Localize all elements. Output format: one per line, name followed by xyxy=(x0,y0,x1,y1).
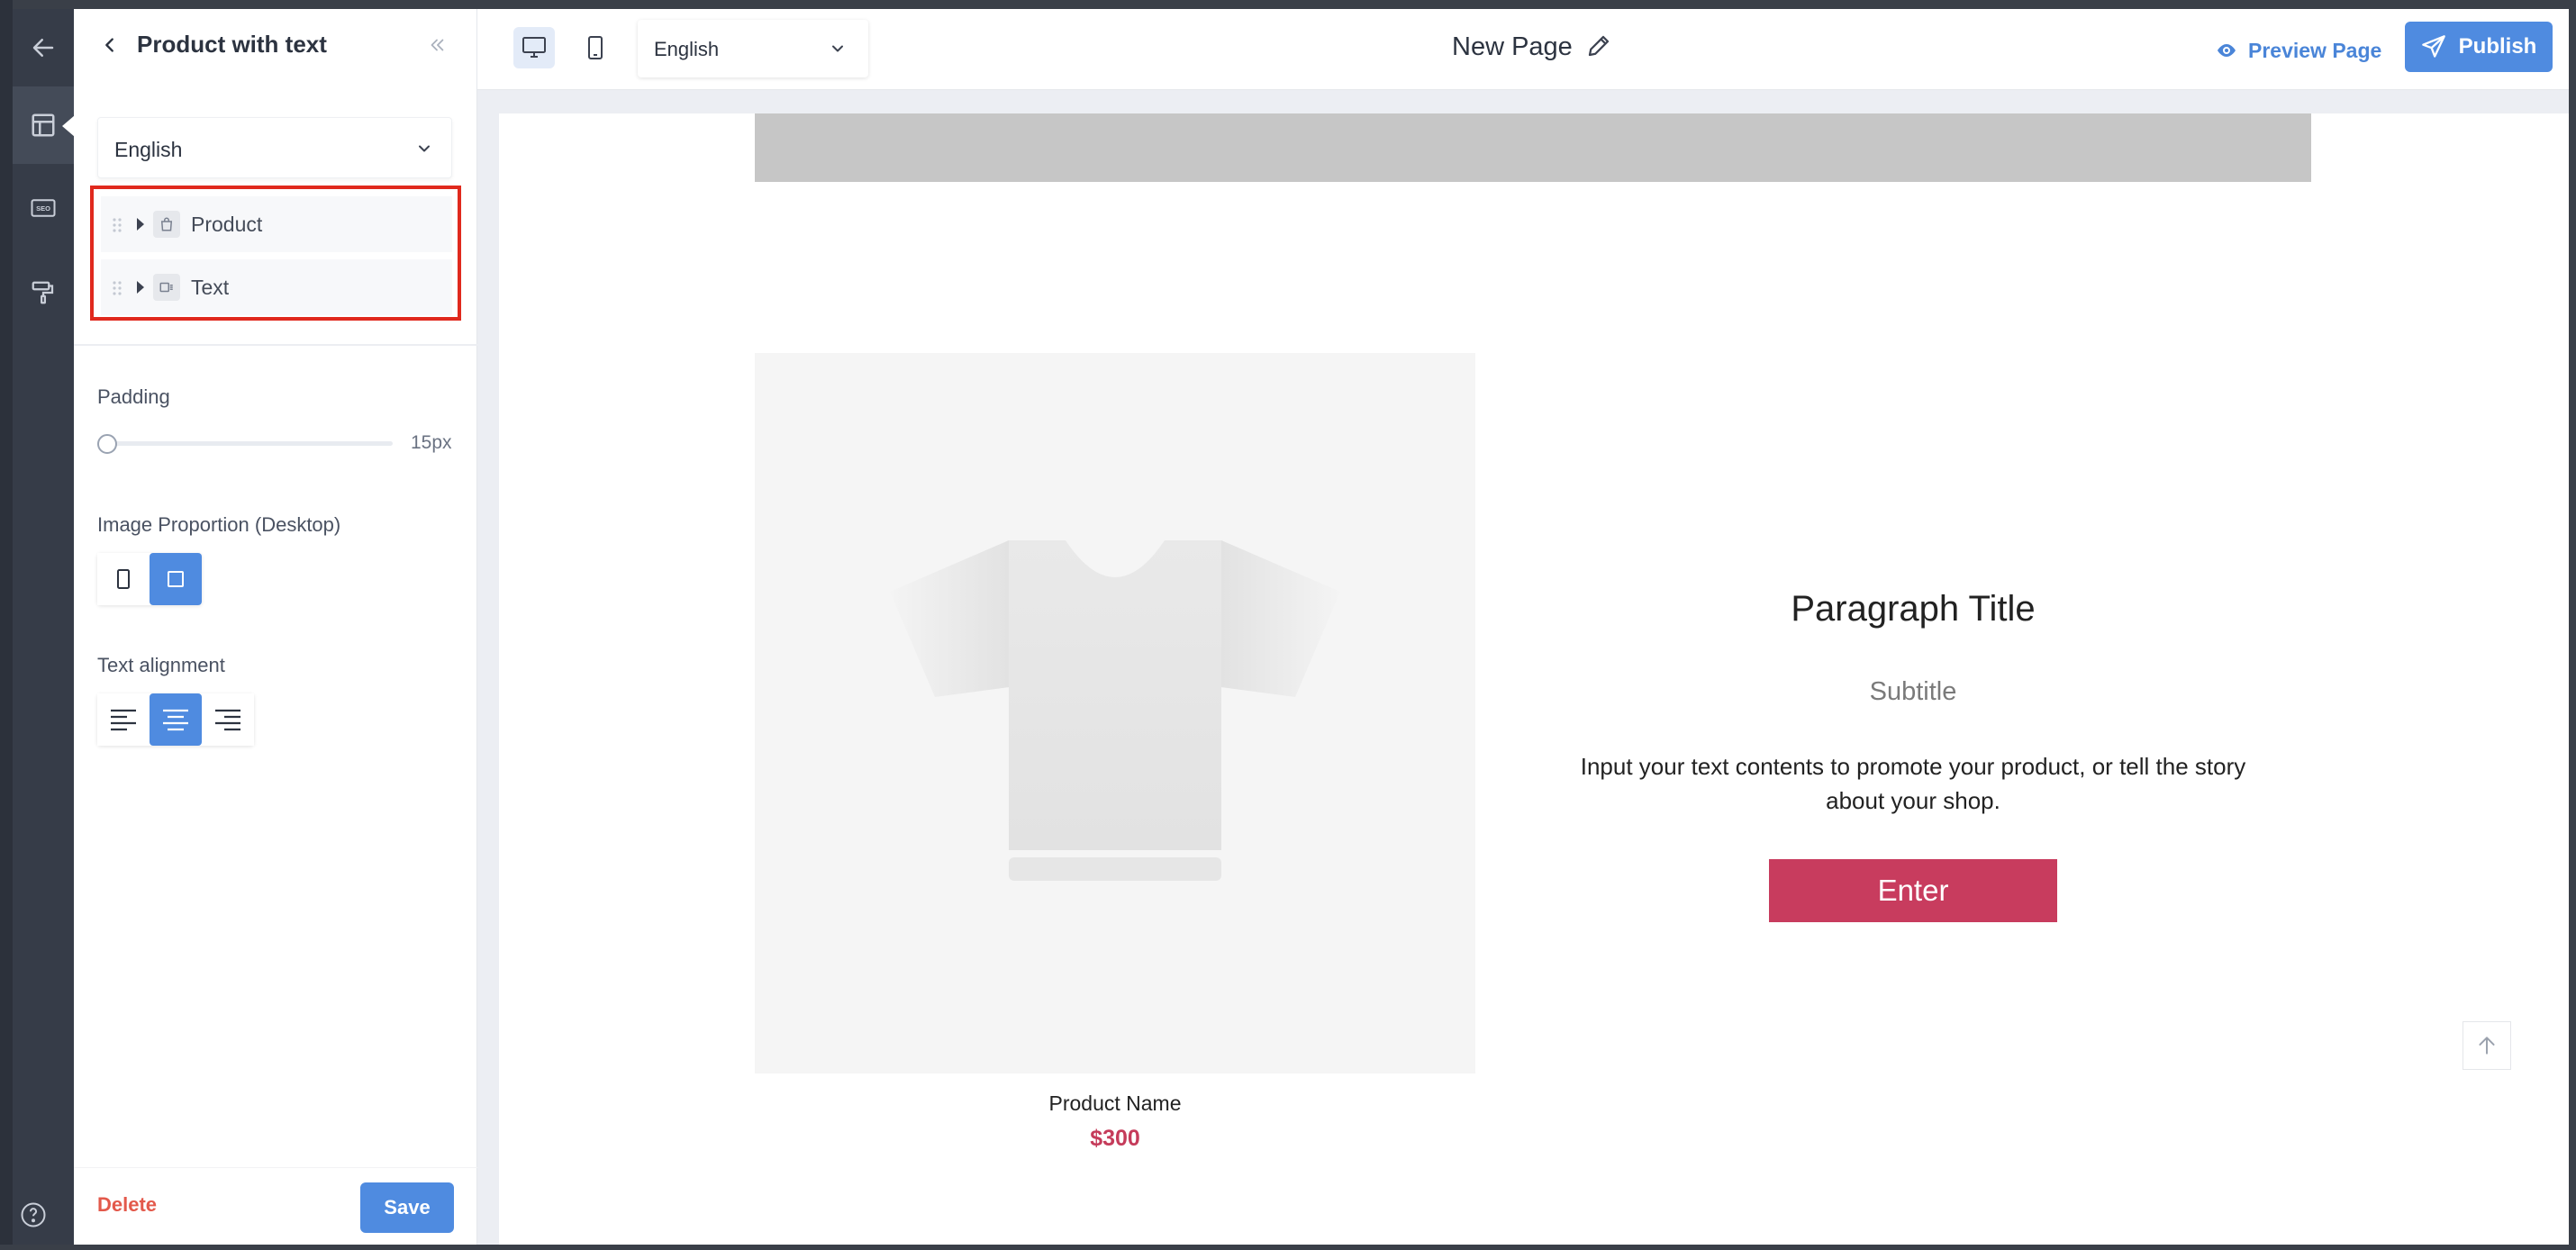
window-frame-bottom xyxy=(0,1245,2576,1250)
text-alignment-toggle xyxy=(97,693,254,746)
window-frame-top xyxy=(0,0,2576,9)
paint-roller-icon xyxy=(32,281,54,304)
top-language-select[interactable]: English xyxy=(638,20,868,77)
language-select-value: English xyxy=(114,138,183,161)
chevron-down-icon xyxy=(832,45,843,52)
top-language-value: English xyxy=(654,38,720,60)
desktop-icon xyxy=(522,37,546,58)
padding-value: 15px xyxy=(411,432,452,453)
save-button[interactable]: Save xyxy=(360,1182,454,1233)
edit-pencil-icon[interactable] xyxy=(1585,32,1612,59)
align-left-icon xyxy=(111,709,136,731)
text-block-icon xyxy=(153,274,180,301)
window-frame-left xyxy=(0,0,13,1250)
chevron-down-icon xyxy=(419,145,430,152)
layout-icon xyxy=(32,113,55,137)
section-divider xyxy=(74,344,477,346)
page-name: New Page xyxy=(1452,32,1573,61)
tree-item-label: Text xyxy=(191,276,230,299)
double-chevron-left-icon xyxy=(431,39,444,51)
back-button[interactable] xyxy=(13,9,74,86)
portrait-icon xyxy=(117,569,130,589)
tshirt-placeholder-icon xyxy=(890,540,1340,881)
image-proportion-toggle xyxy=(97,553,202,605)
align-left-button[interactable] xyxy=(97,693,150,746)
product-price: $300 xyxy=(1090,1126,1140,1151)
padding-slider-handle[interactable] xyxy=(97,434,117,454)
align-center-button[interactable] xyxy=(150,693,202,746)
collapse-panel-button[interactable] xyxy=(423,32,450,58)
portrait-proportion-button[interactable] xyxy=(97,553,150,605)
svg-text:SEO: SEO xyxy=(36,204,50,213)
tree-item-label: Product xyxy=(191,213,263,236)
padding-slider-track[interactable] xyxy=(106,441,393,446)
layout-button[interactable] xyxy=(13,86,75,164)
delete-button[interactable]: Delete xyxy=(97,1193,157,1217)
panel-footer: Delete Save xyxy=(74,1167,477,1245)
seo-button[interactable]: SEO xyxy=(13,169,74,247)
style-button[interactable] xyxy=(13,254,74,331)
window-frame-right xyxy=(2569,0,2576,1250)
panel-back-button[interactable] xyxy=(97,32,122,58)
text-alignment-label: Text alignment xyxy=(97,654,225,676)
send-icon xyxy=(2421,35,2445,58)
component-tree-highlight: Product Text xyxy=(90,186,461,321)
back-arrow-icon xyxy=(32,39,54,57)
banner-placeholder[interactable] xyxy=(755,113,2311,182)
square-icon xyxy=(168,571,184,587)
padding-label: Padding xyxy=(97,385,170,408)
preview-page-label: Preview Page xyxy=(2248,38,2382,62)
expand-caret-icon[interactable] xyxy=(137,281,144,294)
desktop-view-button[interactable] xyxy=(513,27,555,68)
eye-icon xyxy=(2218,44,2236,57)
icon-rail: SEO xyxy=(13,9,75,1245)
arrow-up-icon xyxy=(2479,1037,2495,1055)
expand-caret-icon[interactable] xyxy=(137,218,144,231)
scroll-to-top-button[interactable] xyxy=(2463,1021,2511,1070)
mobile-icon xyxy=(588,36,603,59)
align-center-icon xyxy=(163,709,188,731)
tree-item-product[interactable]: Product xyxy=(101,196,452,252)
drag-handle-icon[interactable] xyxy=(112,279,122,297)
seo-icon: SEO xyxy=(31,199,56,217)
help-icon[interactable] xyxy=(20,1201,47,1228)
mobile-view-button[interactable] xyxy=(575,27,616,68)
top-toolbar: English New Page Preview Page Publish xyxy=(477,9,2569,90)
preview-page-button[interactable]: Preview Page xyxy=(2216,32,2381,68)
language-select[interactable]: English xyxy=(97,117,452,178)
square-proportion-button[interactable] xyxy=(150,553,202,605)
product-image[interactable] xyxy=(755,353,1475,1073)
active-caret xyxy=(62,115,75,137)
align-right-icon xyxy=(215,709,240,731)
image-proportion-label: Image Proportion (Desktop) xyxy=(97,513,341,536)
publish-button[interactable]: Publish xyxy=(2405,22,2553,72)
shopping-bag-icon xyxy=(153,211,180,238)
publish-label: Publish xyxy=(2458,34,2537,59)
paragraph-body: Input your text contents to promote your… xyxy=(1580,753,2246,814)
settings-panel: Product with text English Product Text P… xyxy=(74,9,477,1245)
drag-handle-icon[interactable] xyxy=(112,216,122,234)
chevron-left-icon xyxy=(105,38,113,52)
enter-button[interactable]: Enter xyxy=(1769,859,2057,922)
align-right-button[interactable] xyxy=(202,693,254,746)
product-name: Product Name xyxy=(1048,1091,1182,1115)
paragraph-subtitle: Subtitle xyxy=(1869,677,1957,706)
panel-title: Product with text xyxy=(137,31,327,58)
paragraph-title: Paragraph Title xyxy=(1791,589,2036,629)
tree-item-text[interactable]: Text xyxy=(101,259,452,315)
